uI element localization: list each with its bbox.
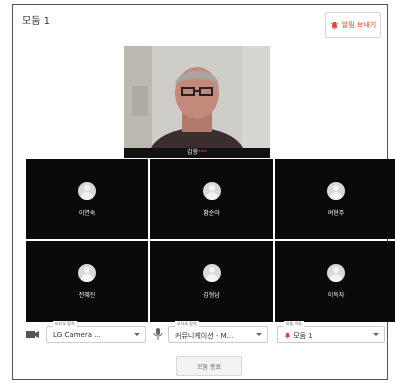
participant-tile[interactable]: 김형남 bbox=[150, 241, 273, 322]
main-video bbox=[124, 46, 270, 156]
video-device-caption: 비디오 장치 bbox=[53, 321, 77, 327]
group-move-value: 모둠 1 bbox=[284, 331, 313, 341]
avatar-icon bbox=[327, 181, 345, 200]
chevron-down-icon bbox=[256, 333, 262, 336]
alert-button-label: 알림 보내기 bbox=[341, 21, 377, 29]
speaker-name: 김향 bbox=[186, 149, 199, 156]
participant-name: 김형남 bbox=[203, 292, 220, 299]
audio-device-select[interactable]: 오디오 장치 커뮤니케이션 - M... bbox=[168, 321, 268, 343]
audio-device-value: 커뮤니케이션 - M... bbox=[175, 332, 234, 340]
avatar-icon bbox=[327, 264, 345, 282]
send-alert-button[interactable]: 알림 보내기 bbox=[325, 12, 381, 38]
participant-tile[interactable]: 전혜진 bbox=[26, 241, 148, 322]
group-title: 모둠 1 bbox=[22, 16, 50, 27]
alarm-icon bbox=[285, 332, 290, 339]
main-video-label: 김향*** bbox=[124, 148, 270, 158]
chevron-down-icon bbox=[134, 333, 140, 336]
group-move-select[interactable]: 모둠 이동 모둠 1 bbox=[277, 321, 385, 343]
avatar-icon bbox=[78, 181, 96, 200]
participant-tile[interactable]: 여현주 bbox=[275, 159, 395, 239]
speaker-name-suffix: *** bbox=[198, 149, 208, 156]
alarm-icon bbox=[330, 21, 339, 29]
participant-name: 황순아 bbox=[203, 209, 220, 217]
end-group-button[interactable]: 모둠 종료 bbox=[176, 356, 242, 376]
microphone-icon bbox=[153, 328, 163, 340]
avatar-icon bbox=[202, 264, 221, 282]
avatar-icon bbox=[202, 181, 221, 200]
participant-grid: 이연숙 황순아 여현주 전혜진 김형남 이득자 bbox=[26, 159, 395, 323]
group-move-caption: 모둠 이동 bbox=[284, 321, 304, 327]
audio-device-caption: 오디오 장치 bbox=[175, 321, 199, 327]
participant-tile[interactable]: 이득자 bbox=[275, 241, 395, 322]
participant-tile[interactable]: 황순아 bbox=[150, 159, 273, 239]
group-move-text: 모둠 1 bbox=[293, 332, 313, 340]
video-device-select[interactable]: 비디오 장치 LG Camera ... bbox=[46, 321, 146, 343]
speaker-video-frame bbox=[124, 46, 270, 156]
participant-name: 전혜진 bbox=[78, 292, 96, 299]
avatar-icon bbox=[78, 264, 96, 282]
participant-tile[interactable]: 이연숙 bbox=[26, 159, 148, 239]
video-device-value: LG Camera ... bbox=[53, 331, 101, 339]
chevron-down-icon bbox=[373, 333, 379, 336]
camera-icon bbox=[26, 331, 39, 338]
participant-name: 이득자 bbox=[327, 292, 345, 299]
participant-name: 여현주 bbox=[327, 209, 345, 217]
participant-name: 이연숙 bbox=[78, 209, 96, 217]
device-controls: 비디오 장치 LG Camera ... 오디오 장치 커뮤니케이션 - M..… bbox=[24, 318, 386, 344]
